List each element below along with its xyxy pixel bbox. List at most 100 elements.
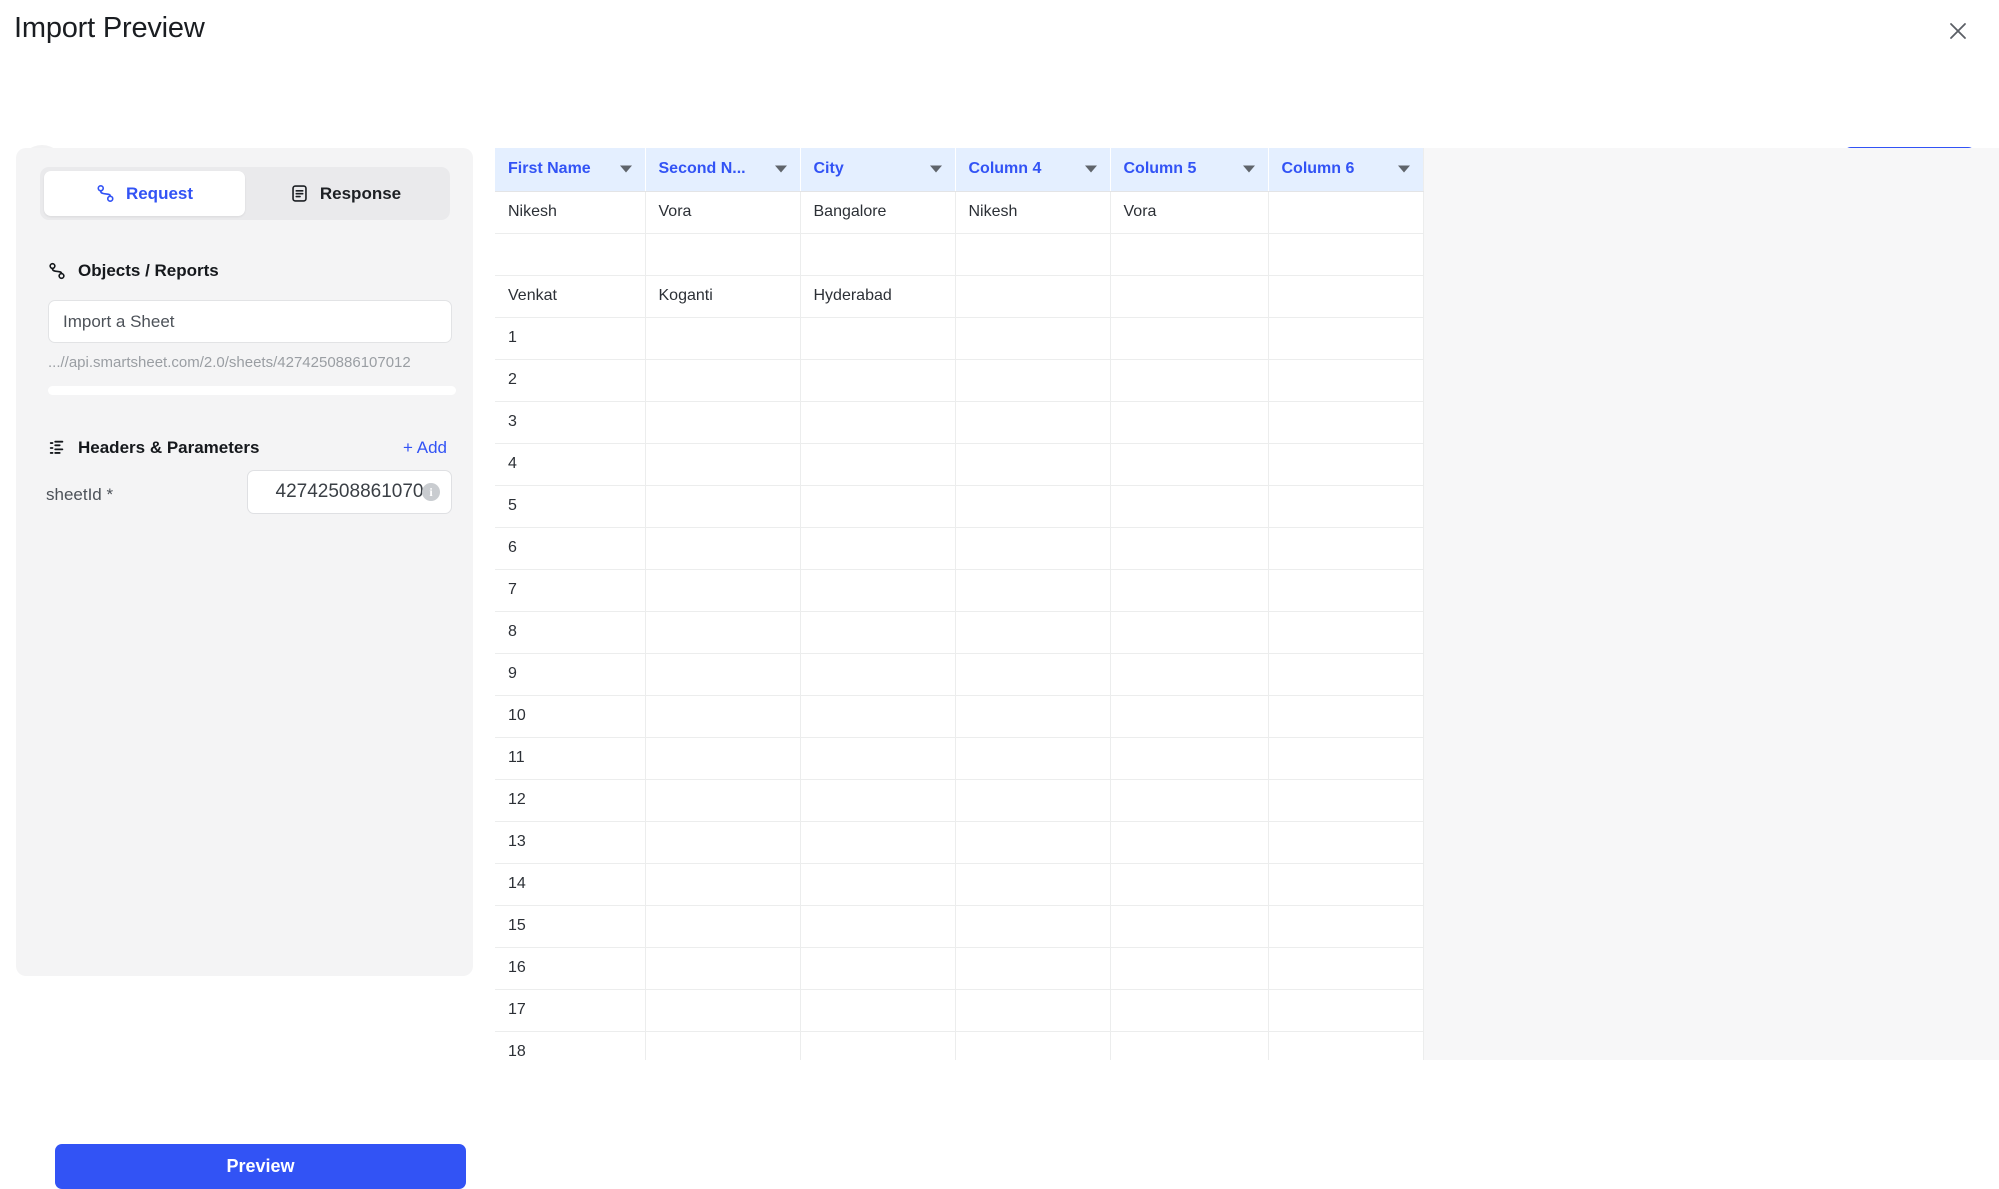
- table-cell[interactable]: [800, 863, 956, 906]
- table-cell[interactable]: [645, 317, 801, 360]
- table-cell[interactable]: 11: [495, 737, 646, 780]
- table-cell[interactable]: 8: [495, 611, 646, 654]
- table-cell[interactable]: 9: [495, 653, 646, 696]
- table-cell[interactable]: 4: [495, 443, 646, 486]
- table-cell[interactable]: [645, 653, 801, 696]
- table-cell[interactable]: [955, 569, 1111, 612]
- table-cell[interactable]: [800, 527, 956, 570]
- table-cell[interactable]: 18: [495, 1031, 646, 1060]
- table-cell[interactable]: Vora: [645, 191, 801, 234]
- table-cell[interactable]: [1268, 611, 1424, 654]
- table-cell[interactable]: 15: [495, 905, 646, 948]
- table-cell[interactable]: [800, 905, 956, 948]
- table-cell[interactable]: [1110, 443, 1269, 486]
- table-cell[interactable]: [645, 485, 801, 528]
- table-cell[interactable]: 7: [495, 569, 646, 612]
- table-cell[interactable]: Koganti: [645, 275, 801, 318]
- table-cell[interactable]: [645, 779, 801, 822]
- table-cell[interactable]: [1268, 905, 1424, 948]
- table-cell[interactable]: [955, 779, 1111, 822]
- table-cell[interactable]: Vora: [1110, 191, 1269, 234]
- table-cell[interactable]: [800, 695, 956, 738]
- table-cell[interactable]: [800, 947, 956, 990]
- table-cell[interactable]: [1268, 569, 1424, 612]
- table-cell[interactable]: [1268, 359, 1424, 402]
- table-cell[interactable]: [1110, 401, 1269, 444]
- table-cell[interactable]: [800, 485, 956, 528]
- table-cell[interactable]: [955, 863, 1111, 906]
- table-cell[interactable]: [800, 737, 956, 780]
- table-cell[interactable]: [1268, 989, 1424, 1032]
- table-cell[interactable]: [1110, 233, 1269, 276]
- table-cell[interactable]: 6: [495, 527, 646, 570]
- table-cell[interactable]: 14: [495, 863, 646, 906]
- table-cell[interactable]: [645, 905, 801, 948]
- table-cell[interactable]: [645, 359, 801, 402]
- table-cell[interactable]: [955, 317, 1111, 360]
- add-parameter-button[interactable]: + Add: [403, 438, 447, 458]
- table-cell[interactable]: 12: [495, 779, 646, 822]
- table-cell[interactable]: [1268, 863, 1424, 906]
- table-cell[interactable]: [955, 359, 1111, 402]
- table-cell[interactable]: [1268, 947, 1424, 990]
- info-icon[interactable]: i: [422, 483, 440, 501]
- table-cell[interactable]: [645, 1031, 801, 1060]
- table-cell[interactable]: [1268, 527, 1424, 570]
- table-cell[interactable]: [645, 443, 801, 486]
- table-cell[interactable]: [955, 611, 1111, 654]
- table-cell[interactable]: [800, 989, 956, 1032]
- table-cell[interactable]: [800, 233, 956, 276]
- chevron-down-icon[interactable]: [774, 165, 787, 173]
- table-cell[interactable]: 2: [495, 359, 646, 402]
- table-cell[interactable]: [1110, 527, 1269, 570]
- table-cell[interactable]: [1110, 863, 1269, 906]
- chevron-down-icon[interactable]: [1397, 165, 1410, 173]
- table-cell[interactable]: [800, 1031, 956, 1060]
- table-cell[interactable]: [955, 401, 1111, 444]
- table-cell[interactable]: [955, 821, 1111, 864]
- table-cell[interactable]: [955, 275, 1111, 318]
- tab-request[interactable]: Request: [44, 171, 245, 216]
- tab-response[interactable]: Response: [245, 171, 446, 216]
- table-cell[interactable]: [645, 737, 801, 780]
- table-cell[interactable]: [955, 527, 1111, 570]
- table-cell[interactable]: [800, 317, 956, 360]
- chevron-down-icon[interactable]: [929, 165, 942, 173]
- table-cell[interactable]: [955, 947, 1111, 990]
- table-cell[interactable]: [1110, 905, 1269, 948]
- table-cell[interactable]: [645, 569, 801, 612]
- chevron-down-icon[interactable]: [619, 165, 632, 173]
- table-cell[interactable]: Hyderabad: [800, 275, 956, 318]
- table-cell[interactable]: 5: [495, 485, 646, 528]
- table-cell[interactable]: [1110, 485, 1269, 528]
- table-cell[interactable]: [1110, 779, 1269, 822]
- table-cell[interactable]: [1268, 401, 1424, 444]
- chevron-down-icon[interactable]: [1084, 165, 1097, 173]
- table-cell[interactable]: Bangalore: [800, 191, 956, 234]
- table-cell[interactable]: [495, 233, 646, 276]
- table-cell[interactable]: 16: [495, 947, 646, 990]
- table-cell[interactable]: [955, 737, 1111, 780]
- table-cell[interactable]: [955, 233, 1111, 276]
- table-cell[interactable]: [1268, 485, 1424, 528]
- grid-column-header-6[interactable]: Column 6: [1268, 148, 1424, 192]
- table-cell[interactable]: [645, 863, 801, 906]
- table-cell[interactable]: [1268, 653, 1424, 696]
- table-cell[interactable]: [1110, 695, 1269, 738]
- table-cell[interactable]: [1268, 275, 1424, 318]
- horizontal-scrollbar[interactable]: [48, 386, 456, 395]
- table-cell[interactable]: [1110, 1031, 1269, 1060]
- table-cell[interactable]: [955, 989, 1111, 1032]
- table-cell[interactable]: [645, 527, 801, 570]
- table-cell[interactable]: [800, 401, 956, 444]
- table-cell[interactable]: 17: [495, 989, 646, 1032]
- table-cell[interactable]: [1268, 737, 1424, 780]
- table-cell[interactable]: [645, 947, 801, 990]
- grid-column-header-2[interactable]: Second N...: [645, 148, 801, 192]
- table-cell[interactable]: [1110, 947, 1269, 990]
- table-cell[interactable]: [1268, 695, 1424, 738]
- table-cell[interactable]: [1268, 1031, 1424, 1060]
- grid-column-header-3[interactable]: City: [800, 148, 956, 192]
- table-cell[interactable]: [800, 611, 956, 654]
- grid-column-header-5[interactable]: Column 5: [1110, 148, 1269, 192]
